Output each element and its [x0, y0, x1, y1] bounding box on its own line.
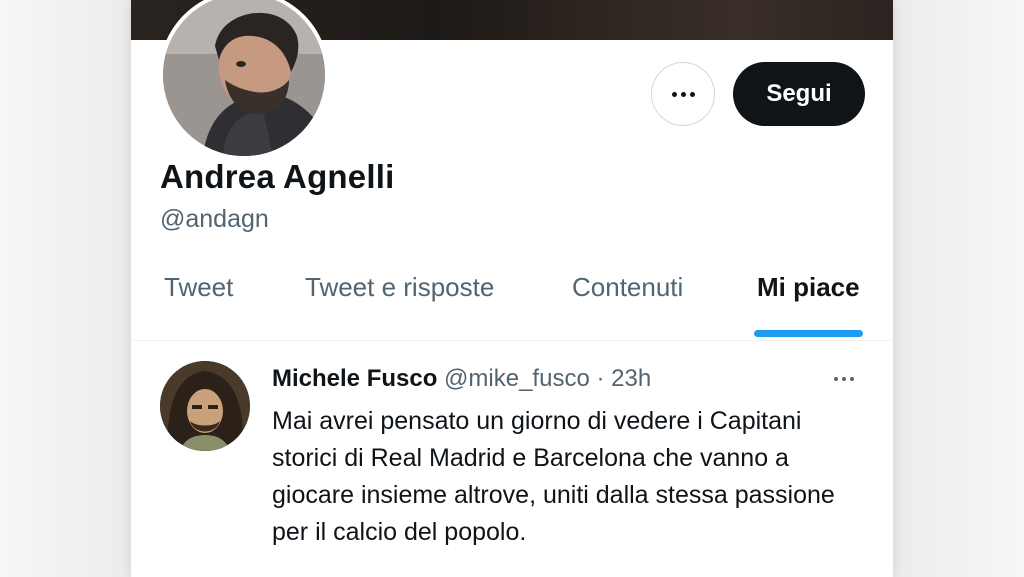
- tweet-timestamp[interactable]: 23h: [611, 365, 651, 392]
- profile-panel: Segui Andrea Agnelli @andagn Tweet Tweet…: [131, 0, 893, 577]
- left-margin: [0, 0, 131, 577]
- tweet-item[interactable]: Michele Fusco @mike_fusco · 23h Mai avre…: [131, 341, 893, 577]
- tweet-separator: ·: [596, 365, 605, 392]
- active-tab-indicator: [754, 330, 863, 337]
- profile-handle: @andagn: [160, 205, 269, 233]
- more-options-button[interactable]: [651, 62, 715, 126]
- follow-button[interactable]: Segui: [733, 62, 865, 126]
- tab-contenuti[interactable]: Contenuti: [572, 272, 683, 303]
- tweet-header: Michele Fusco @mike_fusco · 23h: [272, 365, 651, 393]
- tab-tweet[interactable]: Tweet: [164, 272, 233, 303]
- tab-tweet-e-risposte[interactable]: Tweet e risposte: [305, 272, 494, 303]
- tweet-author-handle[interactable]: @mike_fusco: [444, 365, 590, 392]
- tweet-author-avatar[interactable]: [160, 361, 250, 451]
- tab-mi-piace[interactable]: Mi piace: [757, 272, 860, 303]
- profile-display-name: Andrea Agnelli: [160, 158, 395, 195]
- tweet-more-button[interactable]: [834, 377, 854, 381]
- tweet-text: Mai avrei pensato un giorno di vedere i …: [272, 407, 835, 546]
- profile-avatar[interactable]: [159, 0, 329, 160]
- profile-tabs: Tweet Tweet e risposte Contenuti Mi piac…: [131, 258, 893, 340]
- tweet-author-name[interactable]: Michele Fusco: [272, 365, 437, 392]
- more-horizontal-icon: [834, 377, 854, 381]
- more-horizontal-icon: [671, 91, 695, 97]
- right-margin: [893, 0, 1024, 577]
